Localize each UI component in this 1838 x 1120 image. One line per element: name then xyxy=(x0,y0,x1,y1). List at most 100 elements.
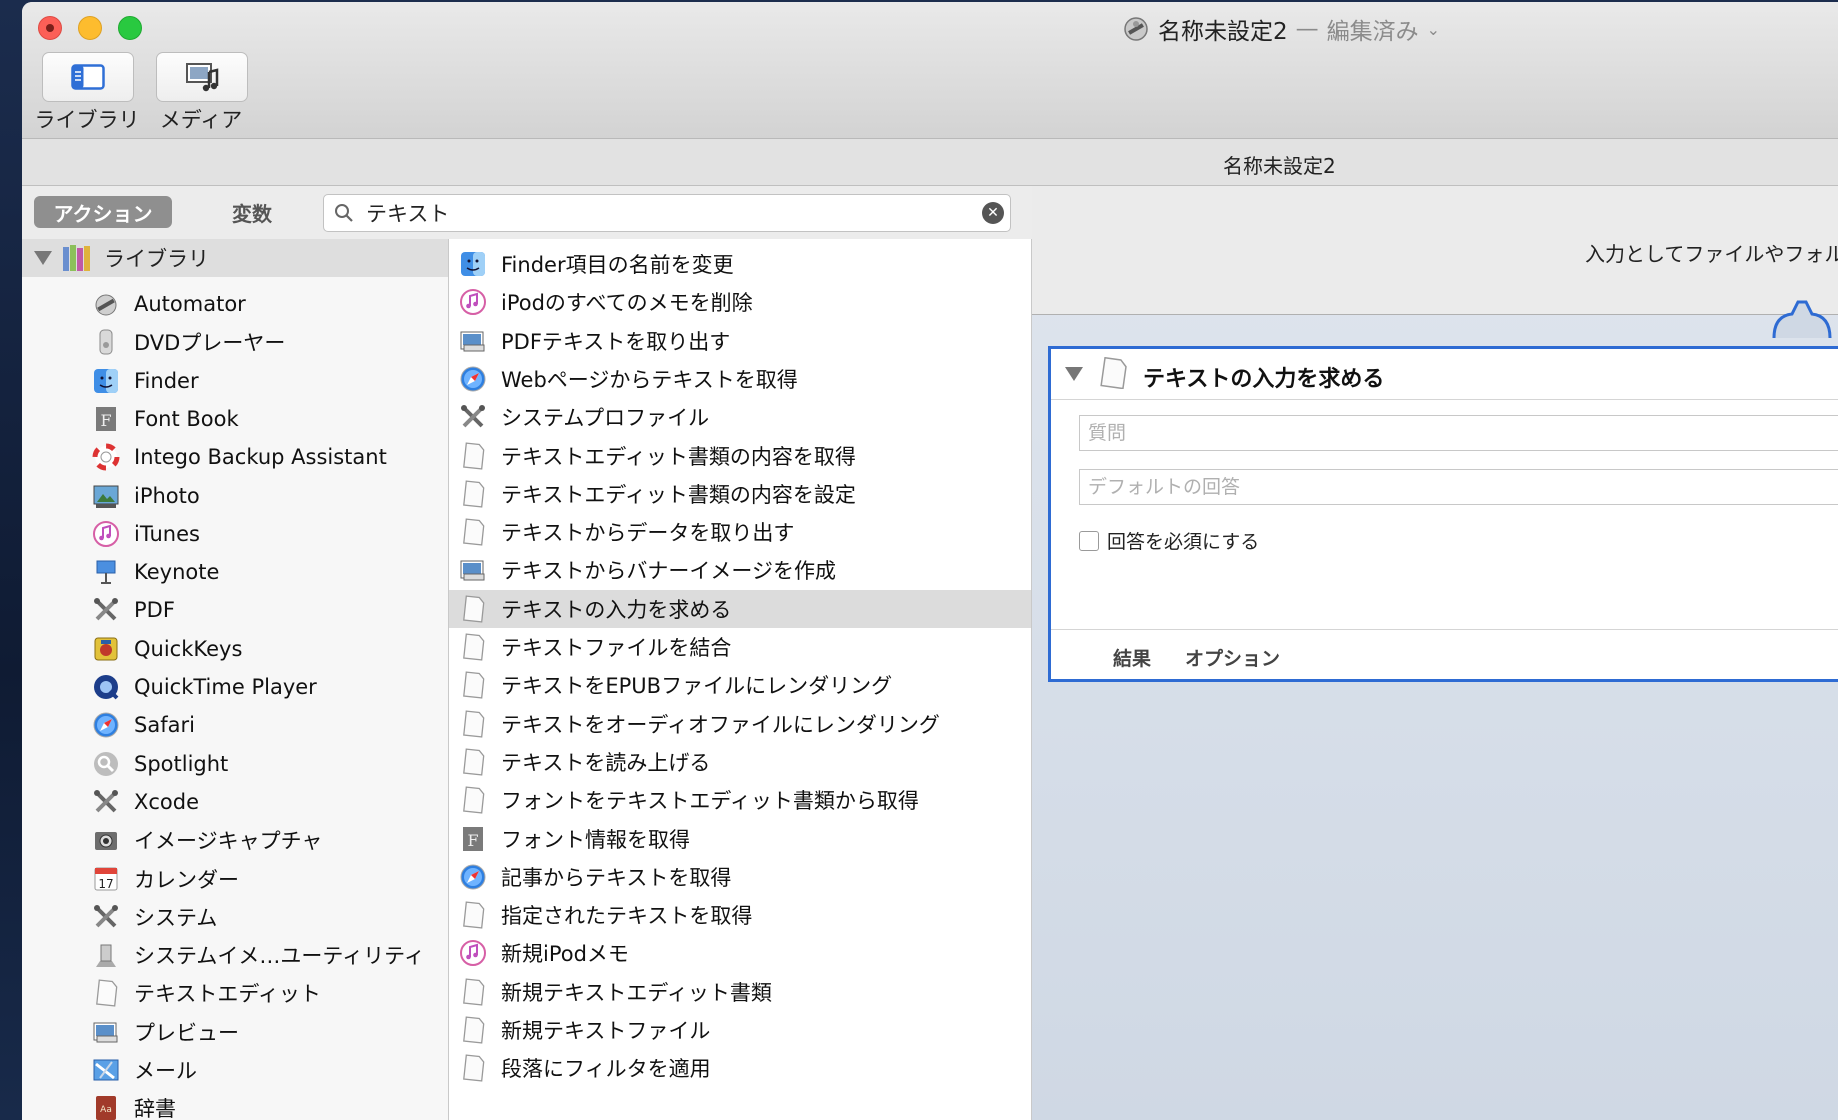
library-category-item[interactable]: Safari xyxy=(92,706,442,744)
action-list-label: テキストエディット書類の内容を取得 xyxy=(501,444,856,469)
library-category-item[interactable]: Spotlight xyxy=(92,745,442,783)
action-list-label: テキストからバナーイメージを作成 xyxy=(501,559,836,584)
library-category-item[interactable]: F Font Book xyxy=(92,400,442,438)
library-toolbar-button[interactable] xyxy=(42,52,134,102)
action-list-item[interactable]: 新規iPodメモ xyxy=(449,934,1031,972)
action-list-label: テキストの入力を求める xyxy=(501,597,732,622)
results-button[interactable]: 結果 xyxy=(1113,644,1151,671)
action-list-item[interactable]: テキストエディット書類の内容を設定 xyxy=(449,475,1031,513)
library-category-item[interactable]: iPhoto xyxy=(92,477,442,515)
library-category-item[interactable]: QuickKeys xyxy=(92,630,442,668)
library-category-item[interactable]: iTunes xyxy=(92,515,442,553)
action-list-item[interactable]: F フォント情報を取得 xyxy=(449,820,1031,858)
action-list-item[interactable]: Finder項目の名前を変更 xyxy=(449,245,1031,283)
library-category-item[interactable]: Intego Backup Assistant xyxy=(92,438,442,476)
close-window-button[interactable] xyxy=(38,16,62,40)
library-category-item[interactable]: プレビュー xyxy=(92,1013,442,1051)
library-category-label: システム xyxy=(134,905,218,930)
question-input[interactable] xyxy=(1080,416,1838,450)
library-category-label: Xcode xyxy=(134,789,200,814)
library-category-item[interactable]: Aa 辞書 xyxy=(92,1089,442,1120)
library-category-item[interactable]: システムイメ…ユーティリティ xyxy=(92,936,442,974)
disclosure-triangle-icon[interactable] xyxy=(1065,367,1083,381)
action-list-item[interactable]: システムプロファイル xyxy=(449,398,1031,436)
minimize-window-button[interactable] xyxy=(78,16,102,40)
action-list-label: 新規テキストファイル xyxy=(501,1019,711,1043)
itunes-icon xyxy=(459,939,487,967)
document-icon xyxy=(459,1016,487,1044)
library-category-list[interactable]: ライブラリ Automator DVDプレーヤー Finder F Font Book I… xyxy=(22,239,449,1120)
search-input[interactable] xyxy=(364,197,948,229)
action-list-item[interactable]: 新規テキストファイル xyxy=(449,1011,1031,1049)
library-category-item[interactable]: QuickTime Player xyxy=(92,668,442,706)
options-button[interactable]: オプション xyxy=(1185,644,1280,671)
library-category-item[interactable]: システム xyxy=(92,898,442,936)
action-list[interactable]: Finder項目の名前を変更 iPodのすべてのメモを削除 PDFテキストを取り出す… xyxy=(449,239,1032,1120)
library-header[interactable]: ライブラリ xyxy=(22,239,448,277)
action-list-item[interactable]: 記事からテキストを取得 xyxy=(449,858,1031,896)
tab-variables[interactable]: 変数 xyxy=(202,196,302,228)
keynote-icon xyxy=(92,558,120,586)
dictionary-icon: Aa xyxy=(92,1094,120,1120)
workflow-area[interactable]: 入力としてファイルやフォルタ テキストの入力を求める 回答を必須にする xyxy=(1032,186,1838,1120)
tab-actions[interactable]: アクション xyxy=(34,196,172,228)
action-list-item[interactable]: テキストファイルを結合 xyxy=(449,628,1031,666)
document-icon xyxy=(459,710,487,738)
title-status: 編集済み xyxy=(1326,19,1419,45)
action-list-item[interactable]: 指定されたテキストを取得 xyxy=(449,896,1031,934)
action-card[interactable]: テキストの入力を求める 回答を必須にする 結果 オプション xyxy=(1048,346,1838,682)
library-category-item[interactable]: テキストエディット xyxy=(92,974,442,1012)
library-category-item[interactable]: DVDプレーヤー xyxy=(92,323,442,361)
library-category-label: カレンダー xyxy=(134,867,239,892)
require-answer-checkbox[interactable]: 回答を必須にする xyxy=(1079,527,1259,554)
action-list-label: Webページからテキストを取得 xyxy=(501,367,798,392)
library-category-label: QuickKeys xyxy=(134,636,243,661)
library-toolbar-label: ライブラリ xyxy=(34,108,140,132)
zoom-window-button[interactable] xyxy=(118,16,142,40)
library-category-item[interactable]: イメージキャプチャ xyxy=(92,821,442,859)
library-category-item[interactable]: メール xyxy=(92,1051,442,1089)
action-list-item[interactable]: iPodのすべてのメモを削除 xyxy=(449,283,1031,321)
library-category-label: iPhoto xyxy=(134,483,200,508)
action-list-label: テキストファイルを結合 xyxy=(501,636,732,660)
action-list-item[interactable]: テキストの入力を求める xyxy=(449,589,1031,628)
action-list-item[interactable]: PDFテキストを取り出す xyxy=(449,322,1031,360)
library-category-item[interactable]: 17 カレンダー xyxy=(92,860,442,898)
clear-search-icon[interactable]: ✕ xyxy=(982,202,1004,224)
library-category-item[interactable]: Finder xyxy=(92,362,442,400)
default-answer-input[interactable] xyxy=(1080,470,1838,504)
action-list-item[interactable]: Webページからテキストを取得 xyxy=(449,360,1031,398)
svg-text:Aa: Aa xyxy=(100,1105,112,1115)
chevron-down-icon[interactable]: ⌄ xyxy=(1427,20,1440,39)
document-icon xyxy=(459,518,487,546)
document-icon xyxy=(459,633,487,661)
action-list-item[interactable]: テキストからデータを取り出す xyxy=(449,513,1031,551)
library-category-label: Intego Backup Assistant xyxy=(134,445,387,470)
action-list-label: iPodのすべてのメモを削除 xyxy=(501,291,753,316)
action-list-label: Finder項目の名前を変更 xyxy=(501,253,734,277)
library-category-item[interactable]: PDF xyxy=(92,591,442,629)
disclosure-triangle-icon[interactable] xyxy=(34,251,52,265)
search-icon xyxy=(335,204,353,222)
library-category-label: 辞書 xyxy=(134,1097,176,1120)
action-list-item[interactable]: フォントをテキストエディット書類から取得 xyxy=(449,781,1031,819)
action-list-item[interactable]: テキストをEPUBファイルにレンダリング xyxy=(449,666,1031,704)
document-icon xyxy=(92,979,120,1007)
action-list-label: 記事からテキストを取得 xyxy=(501,865,732,890)
action-list-item[interactable]: 段落にフィルタを適用 xyxy=(449,1049,1031,1087)
action-list-item[interactable]: テキストからバナーイメージを作成 xyxy=(449,551,1031,589)
window-title[interactable]: 名称未設定2 — 編集済み ⌄ xyxy=(1122,12,1440,46)
library-category-item[interactable]: Keynote xyxy=(92,553,442,591)
library-category-item[interactable]: Automator xyxy=(92,285,442,323)
action-list-item[interactable]: 新規テキストエディット書類 xyxy=(449,973,1031,1011)
checkbox-box[interactable] xyxy=(1079,530,1099,551)
library-category-label: システムイメ…ユーティリティ xyxy=(134,944,425,969)
action-list-label: 指定されたテキストを取得 xyxy=(501,904,753,929)
action-list-item[interactable]: テキストエディット書類の内容を取得 xyxy=(449,437,1031,475)
require-answer-label: 回答を必須にする xyxy=(1107,531,1260,553)
action-list-item[interactable]: テキストを読み上げる xyxy=(449,743,1031,781)
media-toolbar-button[interactable] xyxy=(156,52,248,102)
library-category-item[interactable]: Xcode xyxy=(92,783,442,821)
action-list-item[interactable]: テキストをオーディオファイルにレンダリング xyxy=(449,705,1031,743)
media-toolbar-label: メディア xyxy=(159,108,243,132)
